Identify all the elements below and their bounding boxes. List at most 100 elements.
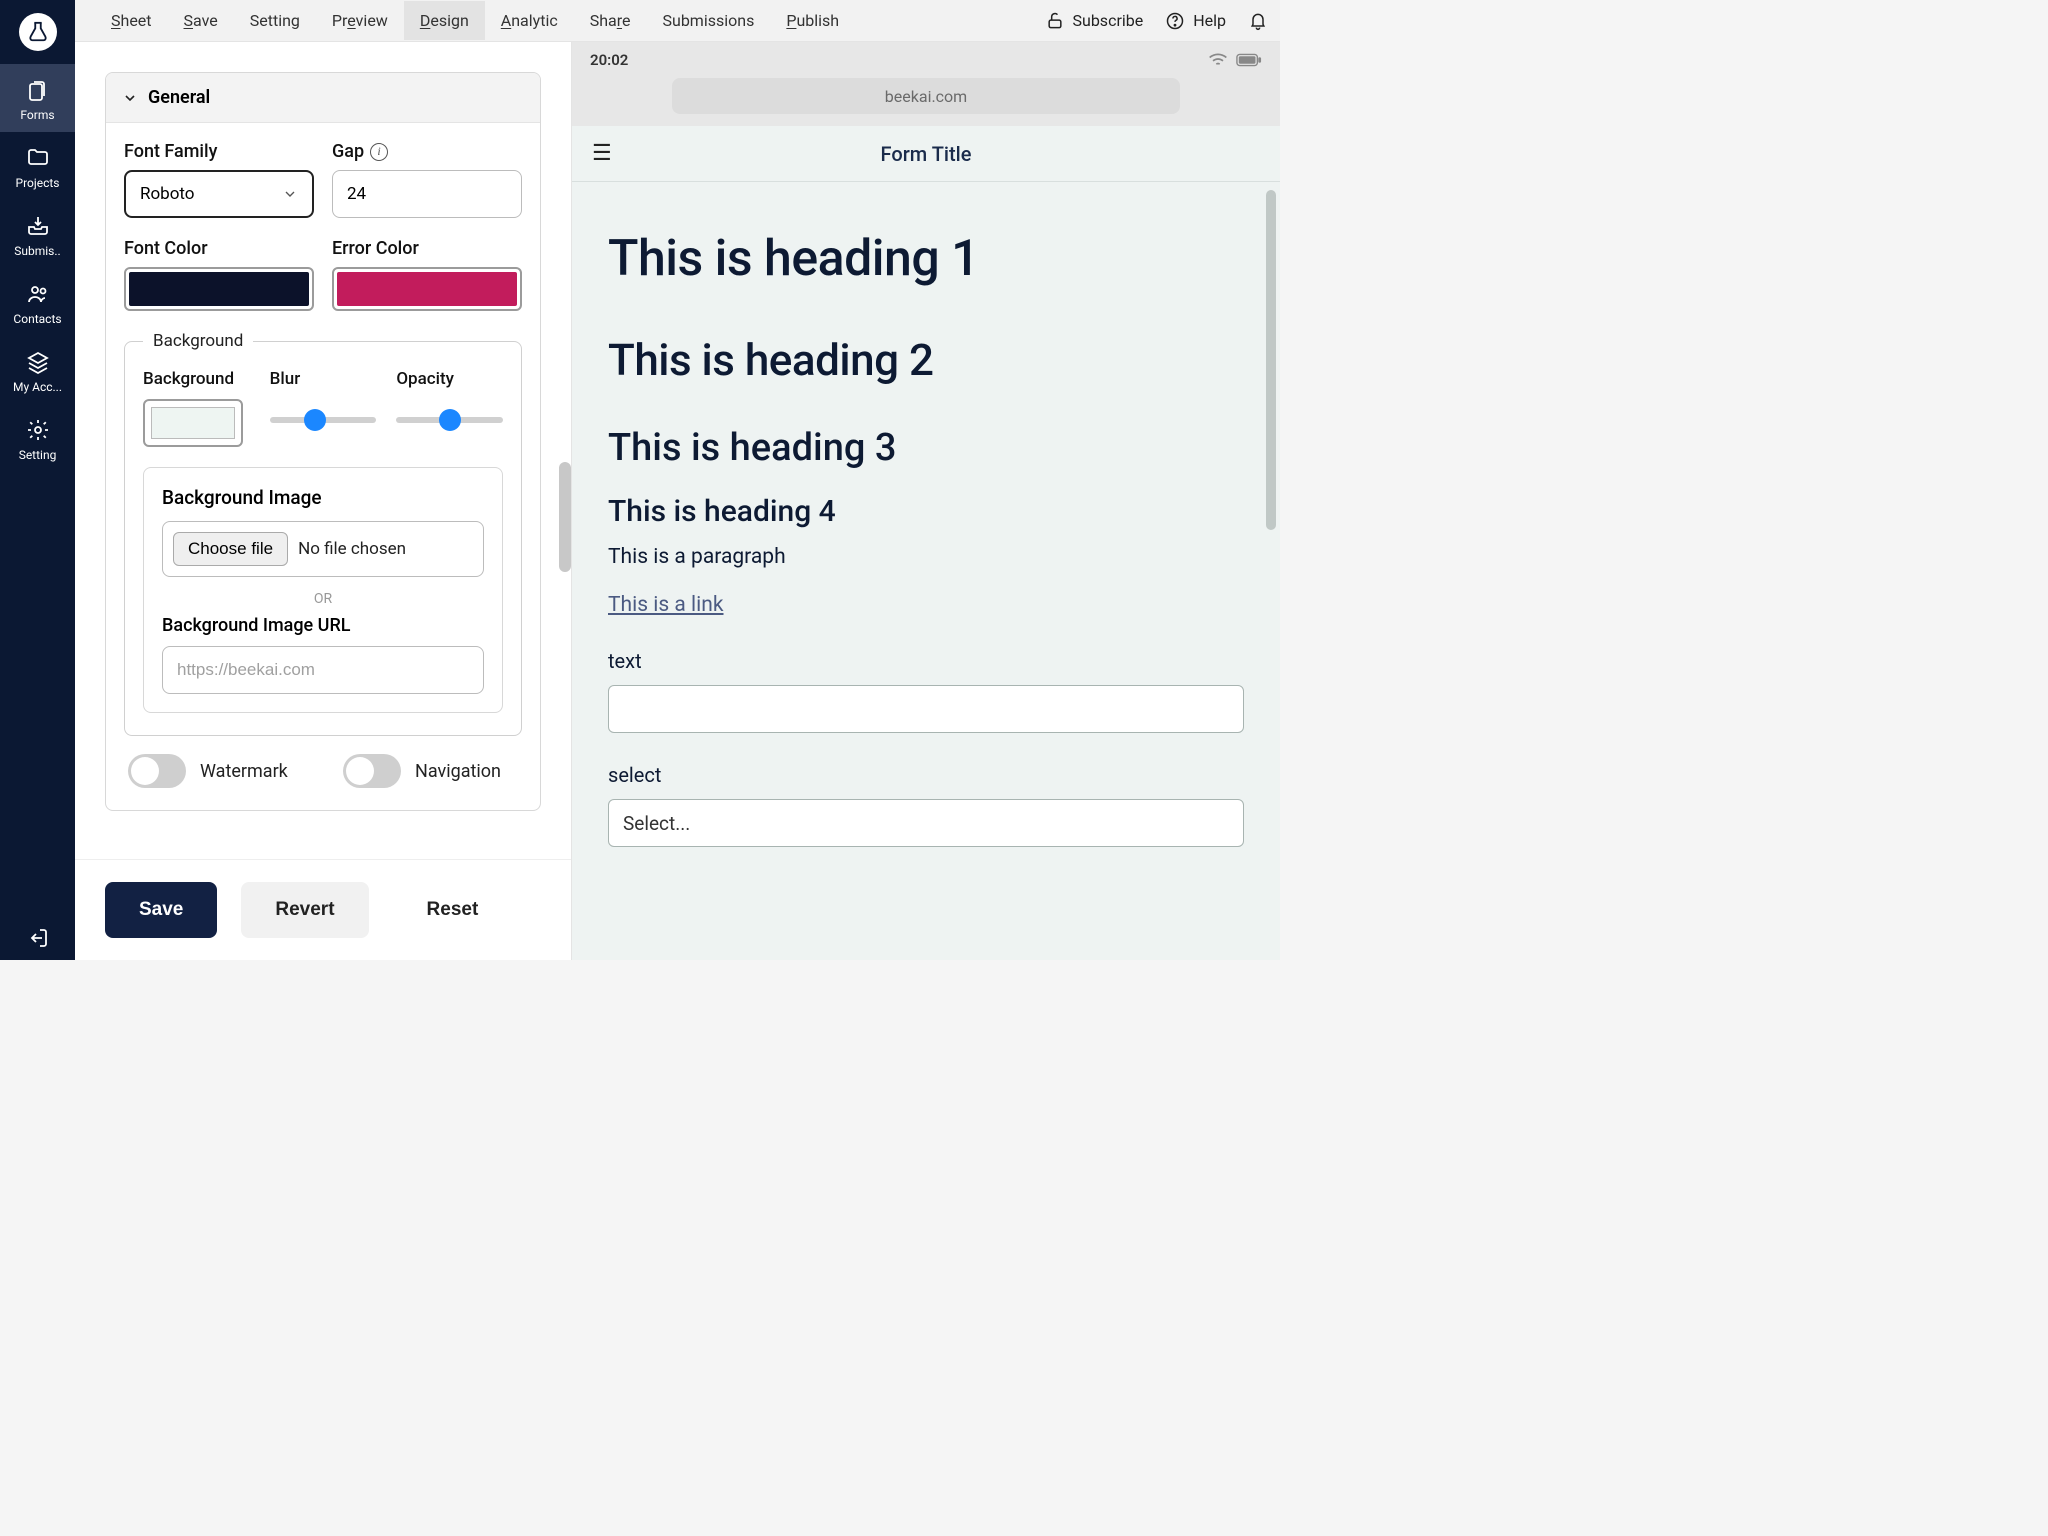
choose-file-button[interactable]: Choose file — [173, 532, 288, 566]
scrollbar-thumb[interactable] — [559, 462, 571, 572]
save-button[interactable]: Save — [105, 882, 217, 938]
wifi-icon — [1208, 53, 1228, 67]
battery-icon — [1236, 53, 1262, 67]
sidebar-item-submissions[interactable]: Submis.. — [0, 200, 75, 268]
accordion-title: General — [148, 87, 210, 108]
or-separator: OR — [162, 591, 484, 607]
notifications-button[interactable] — [1248, 11, 1268, 31]
design-editor: General Font Family Roboto — [75, 42, 572, 960]
preview-h2: This is heading 2 — [608, 334, 1244, 386]
sidebar-label: Submis.. — [14, 244, 60, 258]
preview-select[interactable]: Select... — [608, 799, 1244, 847]
help-button[interactable]: Help — [1165, 11, 1226, 31]
watermark-toggle[interactable] — [128, 754, 186, 788]
preview-text-input[interactable] — [608, 685, 1244, 733]
menu-publish[interactable]: Publish — [770, 1, 855, 40]
sidebar-label: Forms — [20, 108, 54, 122]
menu-submissions[interactable]: Submissions — [647, 1, 771, 40]
footer-actions: Save Revert Reset — [75, 859, 571, 960]
sidebar-item-forms[interactable]: Forms — [0, 64, 75, 132]
subscribe-button[interactable]: Subscribe — [1045, 11, 1144, 31]
layers-icon — [26, 350, 50, 374]
help-icon — [1165, 11, 1185, 31]
preview-h3: This is heading 3 — [608, 426, 1244, 470]
reset-button[interactable]: Reset — [393, 882, 513, 938]
sidebar-item-account[interactable]: My Acc... — [0, 336, 75, 404]
sidebar-item-setting[interactable]: Setting — [0, 404, 75, 472]
sidebar-item-contacts[interactable]: Contacts — [0, 268, 75, 336]
error-color-picker[interactable] — [332, 267, 522, 311]
chevron-down-icon — [122, 90, 138, 106]
font-family-label: Font Family — [124, 141, 314, 162]
preview-select-label: select — [608, 763, 1244, 787]
opacity-label: Opacity — [396, 369, 503, 389]
background-image-card: Background Image Choose file No file cho… — [143, 467, 503, 713]
bg-url-label: Background Image URL — [162, 615, 484, 636]
background-col-label: Background — [143, 369, 250, 389]
preview-h1: This is heading 1 — [608, 230, 1244, 288]
blur-label: Blur — [270, 369, 377, 389]
sidebar-label: Setting — [19, 448, 57, 462]
preview-scrollbar[interactable] — [1266, 190, 1276, 530]
logout-icon — [26, 926, 50, 950]
subscribe-label: Subscribe — [1073, 11, 1144, 30]
sidebar-item-projects[interactable]: Projects — [0, 132, 75, 200]
preview-text-label: text — [608, 649, 1244, 673]
menu-design[interactable]: Design — [404, 1, 485, 40]
font-color-picker[interactable] — [124, 267, 314, 311]
gap-input[interactable]: 24 — [332, 170, 522, 218]
url-bar[interactable]: beekai.com — [672, 78, 1180, 114]
sidebar: Forms Projects Submis.. Contacts — [0, 0, 75, 960]
menu-share[interactable]: Share — [574, 1, 647, 40]
preview-link[interactable]: This is a link — [608, 593, 724, 617]
bg-url-input[interactable] — [162, 646, 484, 694]
topbar: Sheet Save Setting Preview Design Analyt… — [75, 0, 1280, 42]
sidebar-item-logout[interactable] — [0, 912, 75, 960]
navigation-toggle[interactable] — [343, 754, 401, 788]
forms-icon — [26, 78, 50, 102]
contacts-icon — [26, 282, 50, 306]
preview-h4: This is heading 4 — [608, 494, 1244, 529]
font-family-select[interactable]: Roboto — [124, 170, 314, 218]
sidebar-label: Projects — [16, 176, 60, 190]
watermark-label: Watermark — [200, 761, 288, 782]
form-title: Form Title — [592, 142, 1260, 166]
preview-header: ☰ Form Title — [572, 126, 1280, 182]
folder-icon — [26, 146, 50, 170]
gap-label: Gap i — [332, 141, 522, 162]
menu-analytic[interactable]: Analytic — [485, 1, 574, 40]
info-icon[interactable]: i — [370, 143, 388, 161]
file-input[interactable]: Choose file No file chosen — [162, 521, 484, 577]
background-group: Background Background — [124, 331, 522, 736]
preview-panel: 20:02 beekai.com — [572, 42, 1280, 960]
blur-slider[interactable] — [270, 417, 377, 423]
preview-select-placeholder: Select... — [623, 812, 690, 835]
file-status: No file chosen — [298, 539, 406, 559]
url-text: beekai.com — [885, 87, 967, 106]
sidebar-label: My Acc... — [13, 380, 62, 394]
menu-setting[interactable]: Setting — [234, 1, 316, 40]
accordion-header[interactable]: General — [106, 73, 540, 123]
inbox-icon — [26, 214, 50, 238]
font-color-label: Font Color — [124, 238, 314, 259]
opacity-slider[interactable] — [396, 417, 503, 423]
navigation-label: Navigation — [415, 761, 501, 782]
bell-icon — [1248, 11, 1268, 31]
sidebar-label: Contacts — [13, 312, 61, 326]
background-color-picker[interactable] — [143, 399, 243, 447]
background-legend: Background — [143, 331, 253, 351]
font-family-value: Roboto — [140, 184, 195, 204]
gear-icon — [26, 418, 50, 442]
chevron-down-icon — [282, 186, 298, 202]
revert-button[interactable]: Revert — [241, 882, 368, 938]
menu-save[interactable]: Save — [168, 1, 234, 40]
gap-value: 24 — [347, 184, 366, 204]
menu-sheet[interactable]: Sheet — [95, 1, 168, 40]
device-time: 20:02 — [590, 51, 628, 69]
preview-paragraph: This is a paragraph — [608, 545, 1244, 569]
device-statusbar: 20:02 — [572, 42, 1280, 78]
accordion-general: General Font Family Roboto — [105, 72, 541, 811]
menu-preview[interactable]: Preview — [316, 1, 404, 40]
error-color-label: Error Color — [332, 238, 522, 259]
unlock-icon — [1045, 11, 1065, 31]
